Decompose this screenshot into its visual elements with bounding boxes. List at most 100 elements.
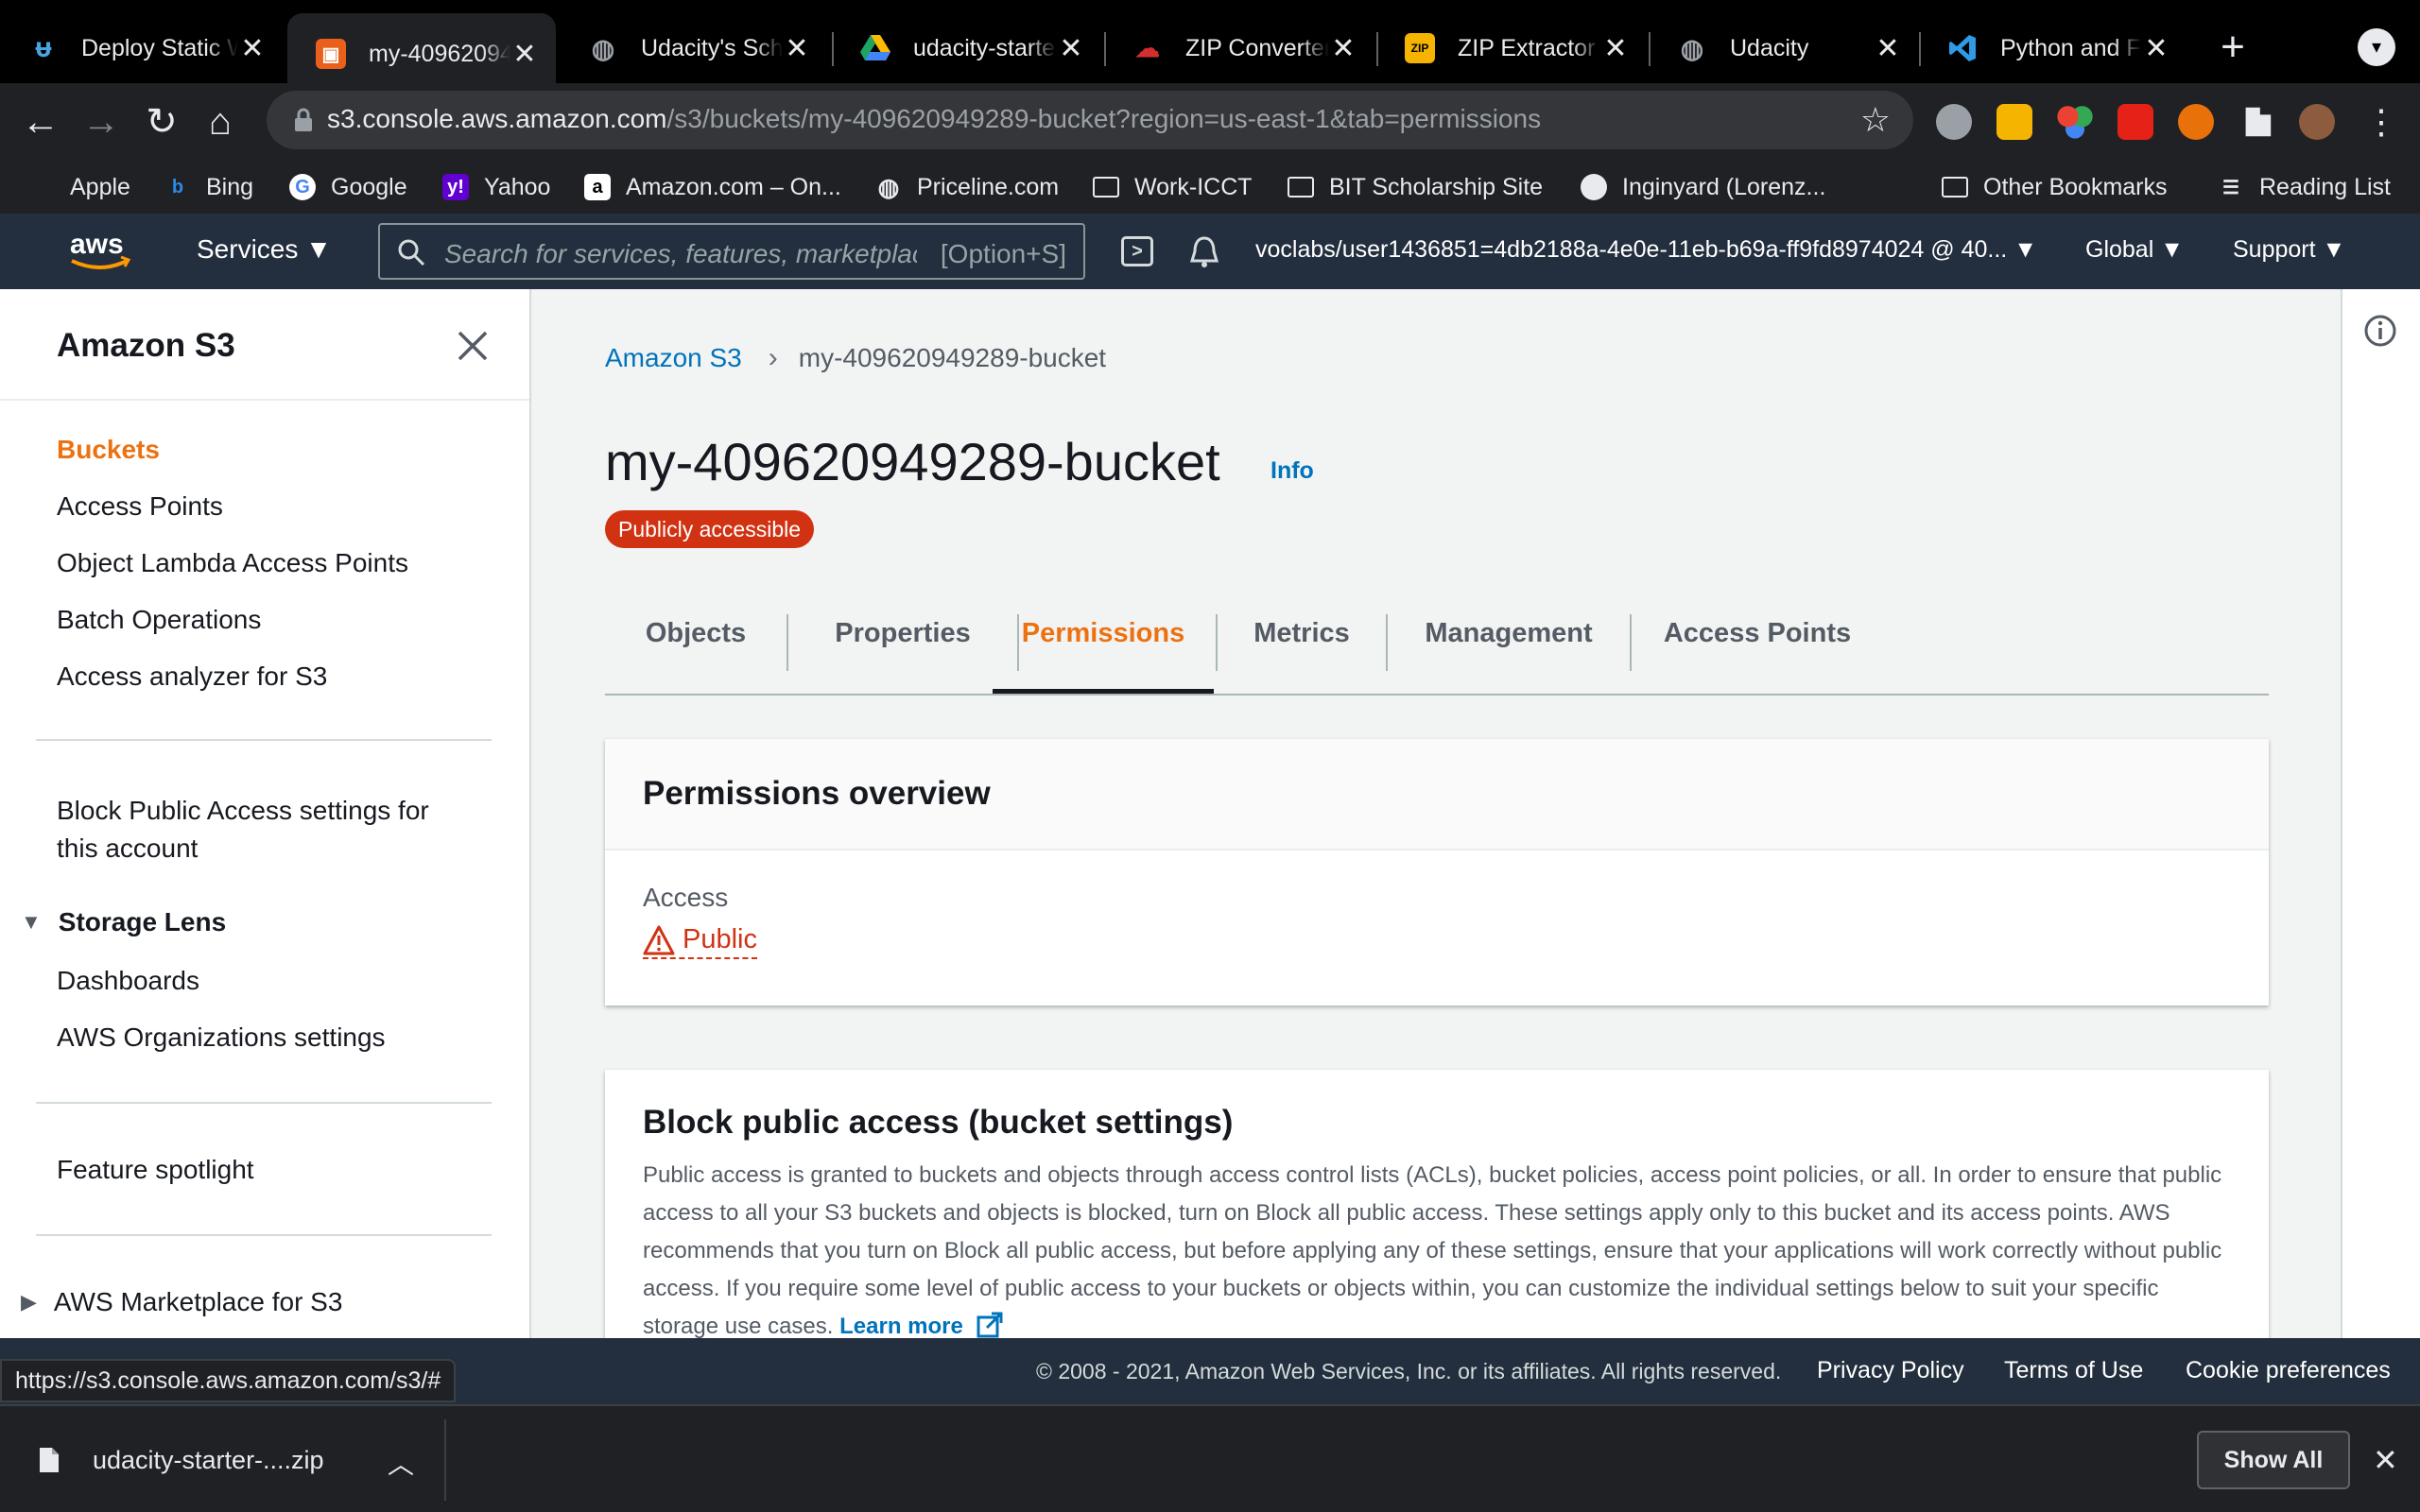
folder-icon: [1093, 177, 1119, 198]
s3-sidebar: Amazon S3 Buckets Access Points Object L…: [0, 289, 531, 1338]
close-icon[interactable]: ✕: [783, 32, 811, 65]
sidebar-item-access-points[interactable]: Access Points: [57, 491, 223, 522]
bookmark-item[interactable]: b Bing: [164, 168, 253, 206]
sidebar-item-feature-spotlight[interactable]: Feature spotlight: [57, 1155, 254, 1185]
browser-tab[interactable]: ◍ Udacity's School of Programming ✕: [560, 13, 828, 83]
profile-avatar-icon[interactable]: [2299, 104, 2335, 140]
breadcrumb-root-link[interactable]: Amazon S3: [605, 343, 742, 373]
tab-properties[interactable]: Properties: [788, 610, 1017, 694]
tab-search-chevron-icon[interactable]: ▾: [2358, 28, 2395, 66]
reading-list[interactable]: ☰ Reading List: [2218, 168, 2391, 206]
external-link-icon: [977, 1312, 1003, 1338]
info-link[interactable]: Info: [1270, 457, 1314, 485]
panel-heading: Block public access (bucket settings): [643, 1104, 1234, 1141]
close-icon[interactable]: [454, 327, 492, 365]
bookmark-item[interactable]: Inginyard (Lorenz...: [1581, 168, 1825, 206]
close-icon[interactable]: ✕: [1601, 32, 1630, 65]
bookmark-star-icon[interactable]: ☆: [1860, 100, 1891, 140]
address-bar[interactable]: s3.console.aws.amazon.com/s3/buckets/my-…: [267, 91, 1913, 149]
browser-tab[interactable]: ◍ Udacity ✕: [1649, 13, 1919, 83]
download-item[interactable]: udacity-starter-....zip: [93, 1446, 324, 1475]
browser-tab[interactable]: ᵾ Deploy Static Website ✕: [0, 13, 284, 83]
tab-metrics[interactable]: Metrics: [1218, 610, 1386, 694]
close-icon[interactable]: ✕: [1874, 32, 1902, 65]
bookmark-item[interactable]: Apple: [28, 168, 130, 206]
support-menu[interactable]: Support ▼: [2233, 236, 2345, 264]
sidebar-item-dashboards[interactable]: Dashboards: [57, 966, 199, 996]
sidebar-item-marketplace[interactable]: ▶ AWS Marketplace for S3: [21, 1287, 342, 1317]
browser-tab-title: udacity-starter-website: [913, 34, 1057, 61]
search-icon: [398, 239, 425, 266]
learn-more-link[interactable]: Learn more: [839, 1312, 1003, 1338]
sidebar-item-object-lambda[interactable]: Object Lambda Access Points: [57, 548, 408, 578]
help-rail: [2341, 289, 2420, 1338]
bookmark-folder[interactable]: BIT Scholarship Site: [1288, 168, 1543, 206]
close-icon[interactable]: ✕: [510, 38, 539, 71]
vscode-icon: [1947, 33, 1978, 63]
apple-icon: [28, 174, 55, 200]
extension-notes-icon[interactable]: [1996, 104, 2032, 140]
show-all-button[interactable]: Show All: [2197, 1431, 2350, 1489]
sidebar-item-org-settings[interactable]: AWS Organizations settings: [57, 1022, 386, 1053]
extension-icon[interactable]: [1936, 104, 1972, 140]
new-tab-icon[interactable]: +: [2214, 25, 2252, 70]
close-icon[interactable]: ✕: [2142, 32, 2170, 65]
close-icon[interactable]: ✕: [1329, 32, 1357, 65]
globe-icon: ◍: [877, 172, 900, 201]
browser-tab-title: my-409620949289-bucket: [369, 40, 510, 67]
triangle-down-icon: ▼: [21, 910, 42, 934]
close-icon[interactable]: ✕: [1057, 32, 1085, 65]
divider: [444, 1419, 446, 1501]
sidebar-item-access-analyzer[interactable]: Access analyzer for S3: [57, 662, 327, 692]
bookmark-item[interactable]: y! Yahoo: [442, 168, 550, 206]
bookmark-folder[interactable]: Other Bookmarks: [1942, 168, 2168, 206]
globe-icon: ◍: [1680, 33, 1704, 63]
cloudshell-icon[interactable]: >: [1121, 236, 1153, 266]
sidebar-item-batch-operations[interactable]: Batch Operations: [57, 605, 261, 635]
search-input[interactable]: Search for services, features, marketpla…: [378, 223, 1085, 280]
browser-tab[interactable]: Python and Flask ✕: [1919, 13, 2187, 83]
aws-logo[interactable]: aws: [68, 225, 134, 276]
cookie-preferences-link[interactable]: Cookie preferences: [2186, 1357, 2391, 1384]
forward-arrow-icon[interactable]: →: [78, 98, 125, 146]
extension-glasses-icon[interactable]: [2178, 104, 2214, 140]
bookmark-item[interactable]: G Google: [289, 168, 407, 206]
bookmark-item[interactable]: ◍ Priceline.com: [875, 168, 1059, 206]
info-icon[interactable]: [2363, 314, 2397, 348]
account-menu[interactable]: voclabs/user1436851=4db2188a-4e0e-11eb-b…: [1255, 236, 2037, 264]
tab-permissions[interactable]: Permissions: [993, 610, 1214, 694]
region-menu[interactable]: Global ▼: [2085, 236, 2184, 264]
back-arrow-icon[interactable]: ←: [17, 98, 64, 146]
browser-tab-bar: ᵾ Deploy Static Website ✕ ▣ my-409620949…: [0, 0, 2420, 94]
browser-tab[interactable]: udacity-starter-website ✕: [832, 13, 1102, 83]
browser-menu-icon[interactable]: ⋮: [2358, 98, 2405, 146]
folder-icon: [1942, 177, 1968, 198]
close-icon[interactable]: ✕: [2373, 1442, 2398, 1478]
bell-icon[interactable]: [1187, 234, 1221, 270]
privacy-policy-link[interactable]: Privacy Policy: [1817, 1357, 1964, 1384]
chevron-up-icon[interactable]: ︿: [388, 1444, 414, 1482]
reload-icon[interactable]: ↻: [138, 98, 185, 146]
sidebar-section-storage-lens[interactable]: ▼ Storage Lens: [21, 907, 226, 937]
browser-tab[interactable]: ZIP ZIP Extractor ✕: [1376, 13, 1647, 83]
tab-access-points[interactable]: Access Points: [1632, 610, 1883, 694]
extension-color-icon[interactable]: [2057, 104, 2093, 140]
browser-tab[interactable]: ☁ ZIP Converter ✕: [1104, 13, 1374, 83]
terms-of-use-link[interactable]: Terms of Use: [2004, 1357, 2143, 1384]
extension-youtube-icon[interactable]: [2118, 104, 2153, 140]
breadcrumb: Amazon S3 › my-409620949289-bucket: [605, 342, 1106, 374]
sidebar-item-buckets[interactable]: Buckets: [57, 435, 160, 465]
services-menu[interactable]: Services ▼: [197, 234, 332, 265]
browser-tab-title: Udacity's School of Programming: [641, 34, 783, 61]
tab-objects[interactable]: Objects: [605, 610, 786, 694]
extensions-puzzle-icon[interactable]: [2245, 107, 2272, 137]
breadcrumb-current: my-409620949289-bucket: [798, 343, 1107, 372]
bookmark-folder[interactable]: Work-ICCT: [1093, 168, 1253, 206]
access-value-public[interactable]: Public: [643, 924, 757, 959]
google-icon: G: [289, 174, 316, 200]
bookmark-item[interactable]: a Amazon.com – On...: [584, 168, 841, 206]
sidebar-item-block-public-access[interactable]: Block Public Access settings for this ac…: [57, 792, 473, 868]
home-icon[interactable]: ⌂: [197, 98, 244, 146]
tab-management[interactable]: Management: [1388, 610, 1630, 694]
close-icon[interactable]: ✕: [238, 32, 267, 65]
